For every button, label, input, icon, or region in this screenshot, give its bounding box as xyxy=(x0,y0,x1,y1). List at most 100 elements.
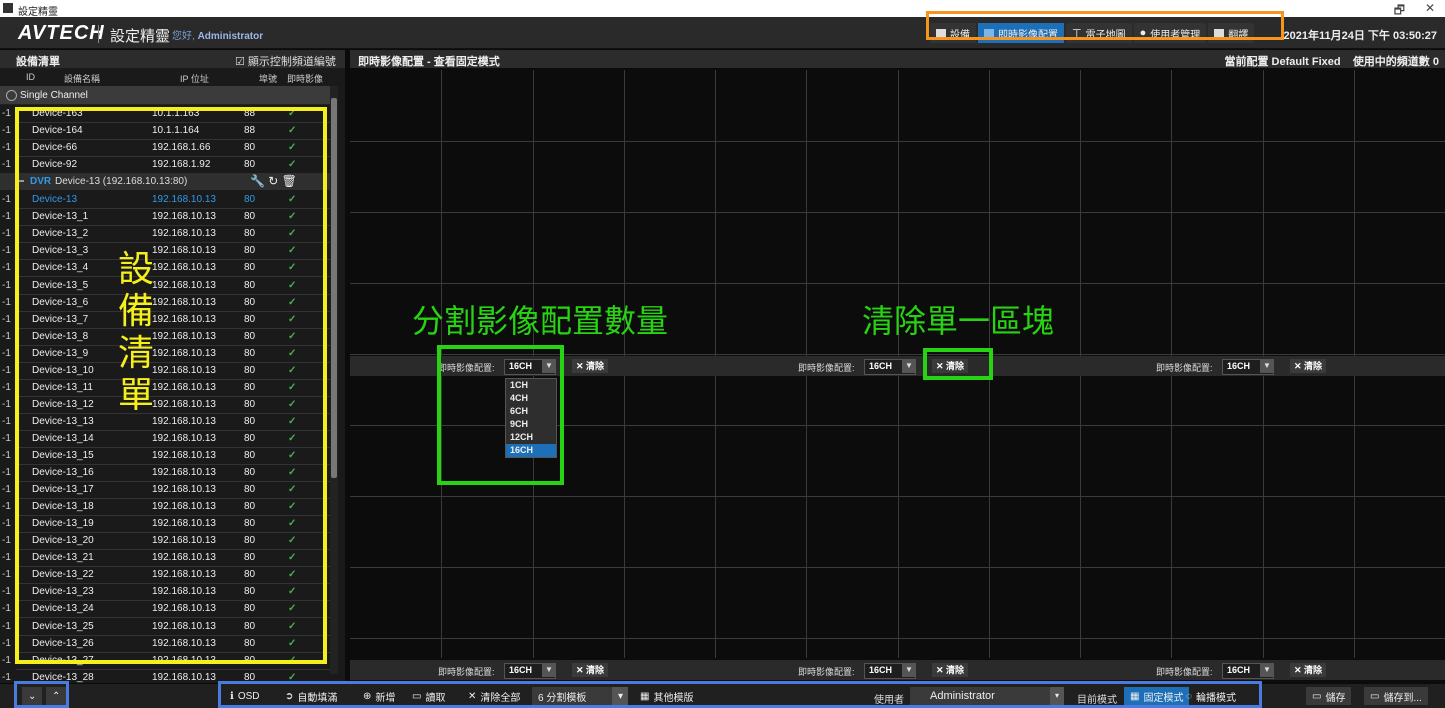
annotation-clear-block: 清除單一區塊 xyxy=(862,302,1055,340)
row-id: -1 xyxy=(2,159,11,171)
select-value: 16CH xyxy=(1227,665,1251,675)
close-icon: ✕ xyxy=(936,665,947,675)
close-icon[interactable]: ✕ xyxy=(1425,1,1435,15)
config-bar: 即時影像配置: 16CH ▼ ✕ 清除 即時影像配置: 16CH ▼ ✕ 清除 即時影像配置: 1… xyxy=(350,660,1445,680)
window-title: 設定精靈 xyxy=(18,7,58,18)
grid-line xyxy=(350,638,1445,639)
datetime: 2021年11月24日 下午 03:50:27 xyxy=(1283,30,1437,42)
select-value: 16CH xyxy=(869,665,893,675)
col-id: ID xyxy=(26,72,35,82)
col-live: 即時影像 xyxy=(287,74,324,84)
save-icon: ▭ xyxy=(1370,690,1380,702)
row-id: -1 xyxy=(2,296,11,308)
select-value: 16CH xyxy=(1227,361,1251,371)
row-id: -1 xyxy=(2,484,11,496)
chevron-down-icon[interactable]: ▼ xyxy=(1260,359,1274,373)
row-id: -1 xyxy=(2,142,11,154)
save-button[interactable]: ▭ 儲存 xyxy=(1306,687,1352,705)
clear-button[interactable]: ✕ 清除 xyxy=(1290,359,1327,373)
row-id: -1 xyxy=(2,432,11,444)
row-id: -1 xyxy=(2,194,11,206)
channel-count-select[interactable]: 16CH ▼ xyxy=(1222,359,1274,375)
clear-button[interactable]: ✕ 清除 xyxy=(572,663,609,677)
clear-label: 清除 xyxy=(586,665,605,675)
row-id: -1 xyxy=(2,313,11,325)
device-list-columns: ID 設備名稱 IP 位址 埠號 即時影像 xyxy=(0,70,345,84)
row-id: -1 xyxy=(2,450,11,461)
live-layout-header: 即時影像配置 - 查看固定模式 當前配置 Default Fixed 使用中的頻… xyxy=(350,50,1445,68)
app-icon xyxy=(3,3,13,13)
highlight-device-list-box xyxy=(15,107,327,664)
channel-count-select[interactable]: 16CH ▼ xyxy=(1222,663,1274,679)
clear-label: 清除 xyxy=(586,361,605,371)
close-icon: ✕ xyxy=(1294,665,1305,675)
greeting-prefix: 您好, xyxy=(172,31,195,42)
grid-line xyxy=(350,283,1445,284)
row-id: -1 xyxy=(2,398,11,410)
device-list-header: 設備清單 ☑ 顯示控制頻道編號 xyxy=(0,50,345,68)
row-id: -1 xyxy=(2,535,11,547)
row-id: -1 xyxy=(2,108,11,119)
channel-count-select[interactable]: 16CH ▼ xyxy=(864,359,916,375)
group-radio[interactable] xyxy=(6,90,17,101)
save-as-button[interactable]: ▭ 儲存到... xyxy=(1364,687,1428,705)
current-config-info: 當前配置 Default Fixed 使用中的頻道數 0 xyxy=(1224,53,1439,69)
clear-label: 清除 xyxy=(1304,361,1323,371)
config-label: 即時影像配置: xyxy=(1156,363,1213,373)
device-ip: 192.168.10.13 xyxy=(152,671,216,683)
grid-line xyxy=(350,212,1445,213)
clear-label: 清除 xyxy=(1304,665,1323,675)
chevron-down-icon[interactable]: ▼ xyxy=(1260,663,1274,677)
row-id: -1 xyxy=(2,637,11,649)
clear-button[interactable]: ✕ 清除 xyxy=(572,359,609,373)
channel-count-select[interactable]: 16CH ▼ xyxy=(504,663,556,679)
row-id: -1 xyxy=(2,654,11,666)
clear-button[interactable]: ✕ 清除 xyxy=(1290,663,1327,677)
grid-line xyxy=(350,496,1445,497)
row-id: -1 xyxy=(2,262,11,274)
col-name: 設備名稱 xyxy=(64,74,101,84)
close-icon: ✕ xyxy=(576,665,587,675)
device-list-scrollbar[interactable] xyxy=(330,86,338,674)
save-icon: ▭ xyxy=(1312,690,1322,702)
select-value: 16CH xyxy=(869,361,893,371)
chevron-down-icon[interactable]: ▼ xyxy=(542,663,556,677)
chevron-down-icon[interactable]: ▼ xyxy=(902,359,916,373)
row-id: -1 xyxy=(2,586,11,598)
clear-button[interactable]: ✕ 清除 xyxy=(932,663,969,677)
close-icon: ✕ xyxy=(1294,361,1305,371)
save-as-label: 儲存到... xyxy=(1383,692,1422,704)
config-label: 即時影像配置: xyxy=(798,363,855,373)
channels-used-label: 使用中的頻道數 0 xyxy=(1352,56,1439,68)
row-id: -1 xyxy=(2,603,11,615)
show-channel-checkbox[interactable]: ☑ 顯示控制頻道編號 xyxy=(235,53,336,69)
single-channel-group[interactable]: Single Channel xyxy=(0,86,330,105)
row-id: -1 xyxy=(2,279,11,291)
row-id: -1 xyxy=(2,381,11,393)
channel-count-select[interactable]: 16CH ▼ xyxy=(864,663,916,679)
row-id: -1 xyxy=(2,467,11,479)
row-id: -1 xyxy=(2,501,11,513)
greeting-user: Administrator xyxy=(197,31,264,42)
scroll-thumb[interactable] xyxy=(331,98,337,478)
highlight-split-box xyxy=(437,345,564,485)
save-label: 儲存 xyxy=(1325,692,1346,704)
row-id: -1 xyxy=(2,364,11,376)
clear-label: 清除 xyxy=(946,665,965,675)
grid-line xyxy=(350,567,1445,568)
chevron-down-icon[interactable]: ▼ xyxy=(902,663,916,677)
annotation-char: 單 xyxy=(118,375,155,416)
group-label: Single Channel xyxy=(20,90,88,101)
grid-line xyxy=(350,141,1445,142)
row-id: -1 xyxy=(2,347,11,359)
row-id: -1 xyxy=(2,330,11,342)
config-label: 即時影像配置: xyxy=(798,667,855,677)
highlight-footer-left xyxy=(14,681,69,708)
greeting: 您好, Administrator xyxy=(172,27,263,42)
divider xyxy=(98,25,99,43)
row-id: -1 xyxy=(2,518,11,530)
col-ip: IP 位址 xyxy=(180,74,209,84)
close-icon: ✕ xyxy=(576,361,587,371)
live-layout-title: 即時影像配置 - 查看固定模式 xyxy=(358,56,500,68)
config-label: 即時影像配置: xyxy=(1156,667,1213,677)
